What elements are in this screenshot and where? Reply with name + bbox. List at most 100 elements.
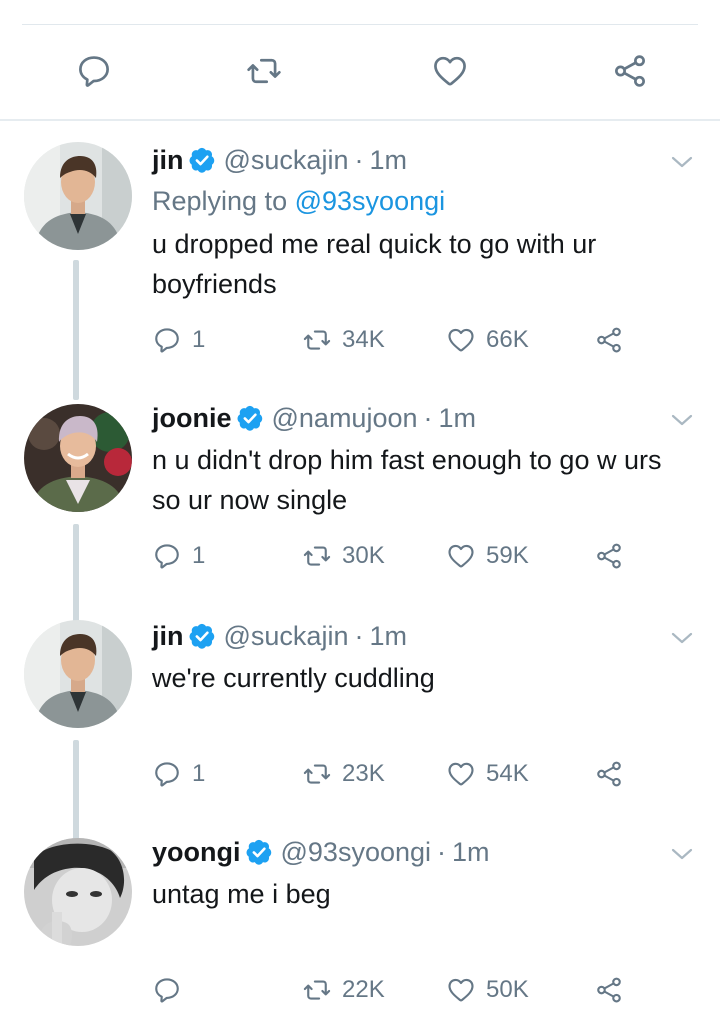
tweet-actions: 1 30K 59K	[0, 536, 720, 576]
avatar[interactable]	[24, 142, 132, 250]
chevron-down-icon[interactable]	[670, 154, 694, 170]
verified-badge-icon	[236, 404, 264, 432]
like-button[interactable]: 50K	[446, 970, 529, 1010]
like-icon	[431, 52, 469, 90]
handle[interactable]: @namujoon	[272, 403, 418, 434]
display-name[interactable]: joonie	[152, 403, 232, 434]
handle[interactable]: @93syoongi	[281, 837, 432, 868]
like-button[interactable]: 59K	[446, 536, 529, 576]
reply-count: 1	[192, 760, 206, 787]
display-name[interactable]: jin	[152, 621, 184, 652]
separator: ·	[423, 402, 433, 433]
verified-badge-icon	[188, 146, 216, 174]
timestamp[interactable]: 1m	[369, 145, 407, 176]
share-button[interactable]	[594, 536, 624, 576]
tweet-text: untag me i beg	[152, 879, 331, 909]
handle[interactable]: @suckajin	[224, 621, 349, 652]
display-name[interactable]: yoongi	[152, 837, 241, 868]
share-button[interactable]	[610, 51, 650, 91]
like-button[interactable]: 66K	[446, 320, 529, 360]
share-icon	[594, 541, 624, 571]
avatar[interactable]	[24, 620, 132, 728]
retweet-count: 30K	[342, 542, 385, 569]
share-button[interactable]	[594, 320, 624, 360]
reply-count: 1	[192, 542, 206, 569]
avatar[interactable]	[24, 838, 132, 946]
share-button[interactable]	[594, 970, 624, 1010]
retweet-icon	[245, 52, 283, 90]
separator: ·	[354, 620, 364, 651]
replying-to: Replying to @93syoongi	[152, 186, 445, 217]
retweet-count: 34K	[342, 326, 385, 353]
tweet-header: joonie @namujoon · 1m	[152, 400, 476, 436]
tweet-text: n u didn't drop him fast enough to go w …	[152, 445, 662, 515]
tweet-text: u dropped me real quick to go with ur bo…	[152, 229, 597, 299]
like-icon	[446, 541, 476, 571]
divider	[22, 24, 698, 25]
avatar[interactable]	[24, 404, 132, 512]
divider	[0, 119, 720, 121]
reply-icon	[75, 52, 113, 90]
display-name[interactable]: jin	[152, 145, 184, 176]
retweet-icon	[302, 759, 332, 789]
reply-icon	[152, 541, 182, 571]
like-count: 66K	[486, 326, 529, 353]
retweet-icon	[302, 541, 332, 571]
timestamp[interactable]: 1m	[452, 837, 490, 868]
reply-button[interactable]: 1	[152, 754, 205, 794]
like-icon	[446, 325, 476, 355]
tweet-header: jin @suckajin · 1m	[152, 142, 407, 178]
like-count: 54K	[486, 760, 529, 787]
retweet-button[interactable]: 23K	[302, 754, 385, 794]
retweet-icon	[302, 325, 332, 355]
focused-tweet-action-bar	[0, 0, 720, 121]
reply-icon	[152, 325, 182, 355]
reply-icon	[152, 975, 182, 1005]
chevron-down-icon[interactable]	[670, 630, 694, 646]
share-icon	[594, 975, 624, 1005]
like-icon	[446, 975, 476, 1005]
reply-count: 1	[192, 326, 206, 353]
like-button[interactable]: 54K	[446, 754, 529, 794]
tweet-header: yoongi @93syoongi · 1m	[152, 834, 490, 870]
like-icon	[446, 759, 476, 789]
retweet-button[interactable]: 34K	[302, 320, 385, 360]
tweet-actions: 22K 50K	[0, 970, 720, 1010]
reply-button[interactable]	[152, 970, 192, 1010]
timestamp[interactable]: 1m	[439, 403, 477, 434]
retweet-button[interactable]	[244, 51, 284, 91]
like-count: 50K	[486, 976, 529, 1003]
separator: ·	[437, 836, 447, 867]
like-count: 59K	[486, 542, 529, 569]
retweet-button[interactable]: 22K	[302, 970, 385, 1010]
reply-button[interactable]: 1	[152, 320, 205, 360]
separator: ·	[354, 144, 364, 175]
handle[interactable]: @suckajin	[224, 145, 349, 176]
avatar-image	[24, 620, 132, 728]
tweet-header: jin @suckajin · 1m	[152, 618, 407, 654]
retweet-count: 22K	[342, 976, 385, 1003]
avatar-image	[24, 838, 132, 946]
verified-badge-icon	[245, 838, 273, 866]
reply-button[interactable]: 1	[152, 536, 205, 576]
share-icon	[594, 325, 624, 355]
like-button[interactable]	[430, 51, 470, 91]
share-button[interactable]	[594, 754, 624, 794]
replying-to-mention[interactable]: @93syoongi	[295, 186, 446, 216]
avatar-image	[24, 142, 132, 250]
chevron-down-icon[interactable]	[670, 846, 694, 862]
reply-button[interactable]	[74, 51, 114, 91]
chevron-down-icon[interactable]	[670, 412, 694, 428]
share-icon	[611, 52, 649, 90]
tweet-text: we're currently cuddling	[152, 663, 435, 693]
retweet-icon	[302, 975, 332, 1005]
timestamp[interactable]: 1m	[369, 621, 407, 652]
replying-to-label: Replying to	[152, 186, 288, 216]
tweet-actions: 1 34K 66K	[0, 320, 720, 360]
tweet-actions: 1 23K 54K	[0, 754, 720, 794]
avatar-image	[24, 404, 132, 512]
verified-badge-icon	[188, 622, 216, 650]
reply-icon	[152, 759, 182, 789]
retweet-button[interactable]: 30K	[302, 536, 385, 576]
retweet-count: 23K	[342, 760, 385, 787]
